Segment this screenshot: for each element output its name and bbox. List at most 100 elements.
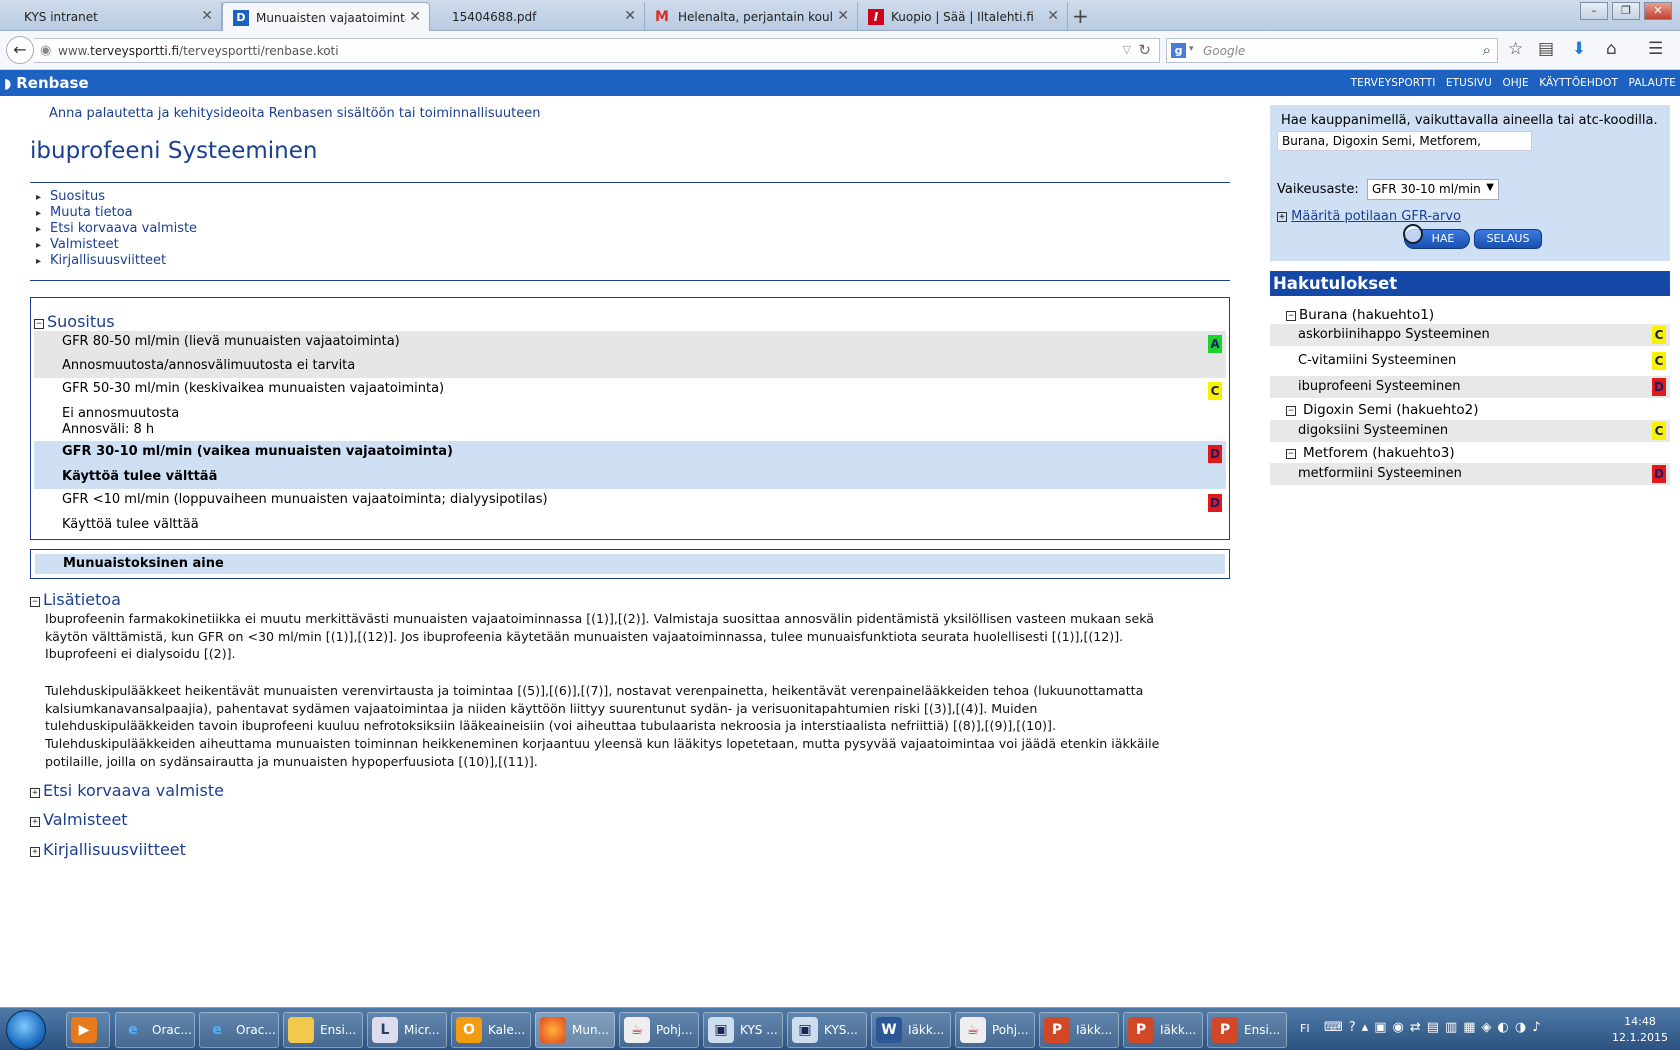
result-item[interactable]: metformiini Systeeminen D	[1270, 463, 1670, 485]
collapse-icon[interactable]: −	[34, 319, 44, 329]
gfr-link-row[interactable]: + Määritä potilaan GFR-arvo	[1277, 209, 1461, 224]
minimize-icon[interactable]: –	[1580, 2, 1608, 20]
url-bar[interactable]: ◉ www.terveysportti.fi/terveysportti/ren…	[34, 38, 1160, 63]
tab-title: Munuaisten vajaatoiminta ...	[256, 10, 406, 25]
expand-icon[interactable]: +	[30, 847, 40, 857]
taskbar-item[interactable]: e Orac...	[199, 1012, 279, 1048]
taskbar-item[interactable]: ☕ Pohj...	[619, 1012, 699, 1048]
result-label[interactable]: digoksiini Systeeminen	[1298, 423, 1448, 438]
taskbar-item[interactable]: ☕ Pohj...	[955, 1012, 1035, 1048]
browse-button[interactable]: SELAUS	[1474, 229, 1542, 249]
tab-gmail[interactable]: M Helenalta, perjantain koulu... ✕	[645, 2, 858, 31]
menu-icon[interactable]: ☰	[1648, 39, 1663, 59]
taskbar-item[interactable]: e Orac...	[115, 1012, 195, 1048]
recommendation-heading[interactable]: − Suositus	[34, 312, 115, 331]
collapse-icon[interactable]: −	[1286, 449, 1296, 459]
gfr-link[interactable]: Määritä potilaan GFR-arvo	[1291, 209, 1461, 224]
clock-date[interactable]: 12.1.2015	[1610, 1031, 1670, 1044]
reload-icon[interactable]: ↻	[1138, 41, 1151, 59]
taskbar-item[interactable]: Ensi...	[283, 1012, 363, 1048]
result-item[interactable]: digoksiini Systeeminen C	[1270, 420, 1670, 442]
nav-etusivu[interactable]: ETUSIVU	[1446, 77, 1492, 89]
toc-link-etsi-korvaava[interactable]: Etsi korvaava valmiste	[36, 221, 197, 237]
back-arrow-icon[interactable]: ←	[6, 36, 34, 64]
result-item[interactable]: C-vitamiini Systeeminen C	[1270, 350, 1670, 372]
tab-iltalehti[interactable]: I Kuopio | Sää | Iltalehti.fi ✕	[858, 2, 1068, 31]
result-label[interactable]: ibuprofeeni Systeeminen	[1298, 379, 1461, 394]
toc-link-kirjallisuus[interactable]: Kirjallisuusviitteet	[36, 253, 197, 269]
reading-list-icon[interactable]: ▤	[1538, 39, 1554, 59]
collapse-icon[interactable]: −	[1286, 406, 1296, 416]
additional-info-heading[interactable]: − Lisätietoa	[30, 590, 121, 609]
expand-icon[interactable]: +	[30, 788, 40, 798]
tab-pdf[interactable]: 15404688.pdf ✕	[430, 2, 645, 31]
taskbar-item[interactable]: ▣ KYS ...	[703, 1012, 783, 1048]
expand-icon[interactable]: +	[30, 817, 40, 827]
section-etsi-korvaava[interactable]: + Etsi korvaava valmiste	[30, 781, 224, 800]
nav-palaute[interactable]: PALAUTE	[1628, 77, 1676, 89]
home-icon[interactable]: ⌂	[1606, 39, 1617, 59]
section-valmisteet[interactable]: + Valmisteet	[30, 810, 128, 829]
browser-nav-bar: ← ◉ www.terveysportti.fi/terveysportti/r…	[0, 31, 1680, 70]
taskbar-item[interactable]: L Micr...	[367, 1012, 447, 1048]
close-icon[interactable]: ✕	[201, 8, 213, 24]
tray-icons[interactable]: ⌨?▴▣◉⇄▤▥▦◈◐◑♪	[1324, 1020, 1547, 1035]
dropdown-arrow-icon[interactable]: ▽	[1123, 43, 1131, 56]
bookmark-star-icon[interactable]: ☆	[1508, 39, 1523, 59]
renbase-favicon-icon: D	[233, 9, 249, 26]
download-icon[interactable]: ⬇	[1572, 39, 1586, 59]
taskbar-item-active[interactable]: Mun...	[535, 1012, 615, 1048]
taskbar-item[interactable]: ▣ KYS...	[787, 1012, 867, 1048]
collapse-icon[interactable]: −	[30, 597, 40, 607]
result-group-burana[interactable]: − Burana (hakuehto1)	[1286, 307, 1434, 323]
toc-link-muuta-tietoa[interactable]: Muuta tietoa	[36, 205, 197, 221]
new-tab-icon[interactable]: +	[1072, 4, 1089, 28]
grade-badge: A	[1208, 335, 1222, 353]
severity-value: GFR 30-10 ml/min	[1372, 182, 1481, 196]
drug-search-input[interactable]: Burana, Digoxin Semi, Metforem,	[1277, 131, 1532, 151]
result-label[interactable]: C-vitamiini Systeeminen	[1298, 353, 1456, 368]
taskbar-item[interactable]: P Iäkk...	[1039, 1012, 1119, 1048]
taskbar-item[interactable]: P Iäkk...	[1123, 1012, 1203, 1048]
result-item[interactable]: ibuprofeeni Systeeminen D	[1270, 376, 1670, 398]
search-button[interactable]: HAE	[1403, 224, 1470, 249]
nav-ohje[interactable]: OHJE	[1502, 77, 1528, 89]
tab-kys-intranet[interactable]: KYS intranet ✕	[0, 2, 222, 31]
feedback-link[interactable]: Anna palautetta ja kehitysideoita Renbas…	[49, 106, 540, 121]
clock-time[interactable]: 14:48	[1610, 1015, 1670, 1028]
renbase-logo[interactable]: ◗ Renbase	[4, 74, 89, 92]
search-panel: Hae kauppanimellä, vaikuttavalla aineell…	[1270, 105, 1670, 261]
taskbar-item[interactable]: P Ensi...	[1207, 1012, 1287, 1048]
tab-munuaisten[interactable]: D Munuaisten vajaatoiminta ... ✕	[222, 2, 430, 32]
taskbar-item[interactable]: W Iäkk...	[871, 1012, 951, 1048]
result-label[interactable]: askorbiinihappo Systeeminen	[1298, 327, 1490, 342]
google-icon[interactable]: g	[1171, 43, 1186, 58]
window-close-icon[interactable]: ✕	[1644, 2, 1672, 20]
language-indicator[interactable]: FI	[1300, 1022, 1310, 1035]
close-icon[interactable]: ✕	[409, 9, 421, 25]
nav-terveysportti[interactable]: TERVEYSPORTTI	[1351, 77, 1436, 89]
close-icon[interactable]: ✕	[837, 8, 849, 24]
search-icon[interactable]: ⌕	[1483, 41, 1491, 59]
restore-icon[interactable]: ❐	[1612, 2, 1640, 20]
severity-select[interactable]: GFR 30-10 ml/min ▼	[1367, 179, 1499, 200]
result-item[interactable]: askorbiinihappo Systeeminen C	[1270, 324, 1670, 346]
start-button[interactable]	[6, 1010, 46, 1050]
expand-icon[interactable]: +	[1277, 212, 1287, 222]
result-group-digoxin[interactable]: − Digoxin Semi (hakuehto2)	[1286, 402, 1479, 418]
word-icon: W	[876, 1017, 902, 1043]
nav-kayttoehdot[interactable]: KÄYTTÖEHDOT	[1539, 77, 1618, 89]
result-group-metforem[interactable]: − Metforem (hakuehto3)	[1286, 445, 1455, 461]
toc-link-valmisteet[interactable]: Valmisteet	[36, 237, 197, 253]
close-icon[interactable]: ✕	[1047, 8, 1059, 24]
chevron-down-icon[interactable]: ▾	[1189, 44, 1194, 54]
toc-link-suositus[interactable]: Suositus	[36, 189, 197, 205]
taskbar-item[interactable]: O Kale...	[451, 1012, 531, 1048]
section-kirjallisuus[interactable]: + Kirjallisuusviitteet	[30, 840, 186, 859]
result-label[interactable]: metformiini Systeeminen	[1298, 466, 1462, 481]
collapse-icon[interactable]: −	[1286, 311, 1296, 321]
search-bar[interactable]: g ▾ Google ⌕	[1166, 38, 1498, 63]
close-icon[interactable]: ✕	[624, 8, 636, 24]
java-icon: ☕	[624, 1017, 650, 1043]
taskbar-media-player[interactable]: ▶	[66, 1012, 110, 1048]
